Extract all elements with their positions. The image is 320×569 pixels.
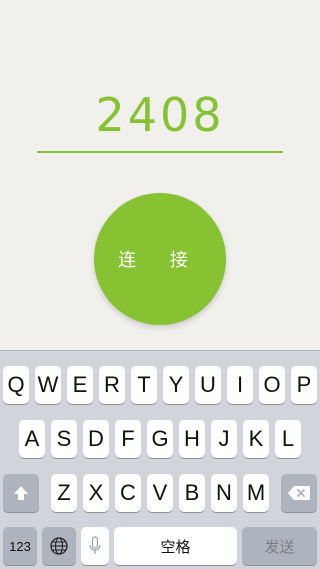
key-a[interactable]: A <box>19 420 45 458</box>
key-k[interactable]: K <box>243 420 269 458</box>
key-w[interactable]: W <box>35 366 61 404</box>
space-key[interactable]: 空格 <box>114 527 237 565</box>
key-v[interactable]: V <box>147 474 173 512</box>
pairing-code-display: 2408 <box>95 88 225 142</box>
key-s[interactable]: S <box>51 420 77 458</box>
key-o[interactable]: O <box>259 366 285 404</box>
key-z[interactable]: Z <box>51 474 77 512</box>
key-p[interactable]: P <box>291 366 317 404</box>
key-d[interactable]: D <box>83 420 109 458</box>
backspace-icon <box>288 486 310 500</box>
key-l[interactable]: L <box>275 420 301 458</box>
connect-button[interactable]: 连 接 <box>94 193 226 325</box>
globe-key[interactable] <box>42 527 76 565</box>
send-key[interactable]: 发送 <box>242 527 317 565</box>
globe-icon <box>50 537 68 555</box>
key-x[interactable]: X <box>83 474 109 512</box>
key-f[interactable]: F <box>115 420 141 458</box>
code-underline <box>37 151 283 153</box>
key-t[interactable]: T <box>131 366 157 404</box>
key-j[interactable]: J <box>211 420 237 458</box>
shift-arrow-icon <box>14 486 28 500</box>
key-y[interactable]: Y <box>163 366 189 404</box>
code-entry-area: 2408 连 接 <box>0 0 320 350</box>
shift-key[interactable] <box>3 474 39 512</box>
key-c[interactable]: C <box>115 474 141 512</box>
key-b[interactable]: B <box>179 474 205 512</box>
numbers-key[interactable]: 123 <box>3 527 37 565</box>
microphone-key[interactable] <box>81 527 109 565</box>
key-r[interactable]: R <box>99 366 125 404</box>
microphone-icon <box>89 536 101 554</box>
key-e[interactable]: E <box>67 366 93 404</box>
key-g[interactable]: G <box>147 420 173 458</box>
key-n[interactable]: N <box>211 474 237 512</box>
delete-key[interactable] <box>281 474 317 512</box>
key-h[interactable]: H <box>179 420 205 458</box>
on-screen-keyboard: Q W E R T Y U I O P A S D F G H J K L Z … <box>0 350 320 569</box>
key-i[interactable]: I <box>227 366 253 404</box>
key-u[interactable]: U <box>195 366 221 404</box>
key-m[interactable]: M <box>243 474 269 512</box>
key-q[interactable]: Q <box>3 366 29 404</box>
